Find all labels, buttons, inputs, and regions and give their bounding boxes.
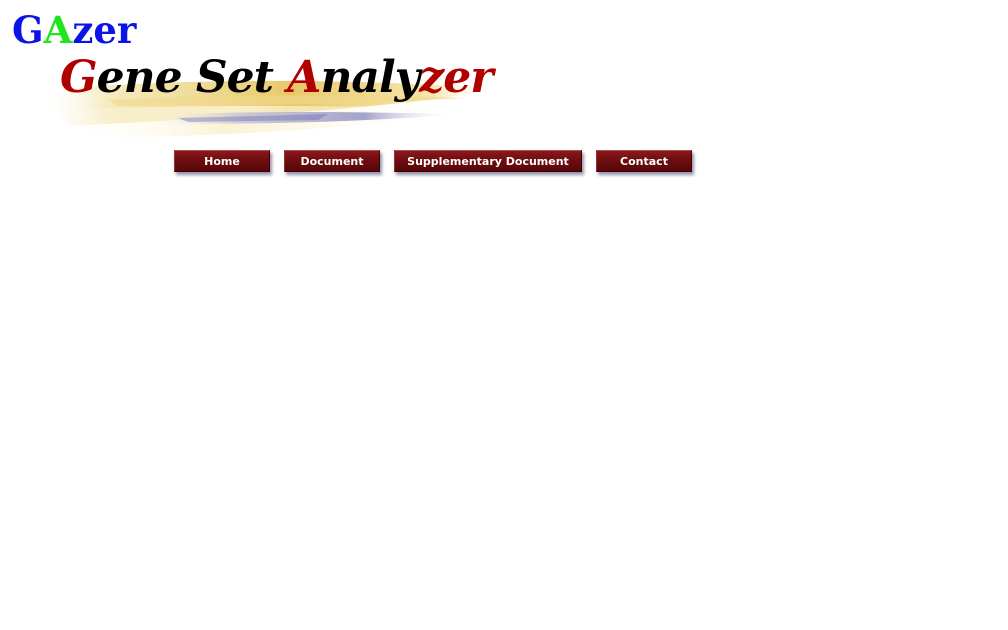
nav-document-button[interactable]: Document [284, 150, 380, 172]
banner-title-part: ene Set [96, 52, 288, 103]
gene-set-analyzer-banner: Gene Set Analyzer [28, 48, 528, 142]
main-nav: Home Document Supplementary Document Con… [0, 150, 1008, 176]
banner-title-part: naly [320, 52, 420, 103]
banner-title: Gene Set Analyzer [60, 50, 493, 106]
banner-title-part: zer [419, 52, 493, 103]
nav-supplementary-label: Supplementary Document [407, 155, 569, 168]
gazer-logo: GAzer [12, 8, 136, 52]
nav-document-label: Document [300, 155, 364, 168]
banner-title-part: G [60, 52, 98, 103]
nav-contact-label: Contact [620, 155, 668, 168]
nav-home-button[interactable]: Home [174, 150, 270, 172]
logo-letters-zer: zer [72, 8, 137, 52]
banner-title-part: A [287, 52, 321, 103]
logo-letter-a: A [43, 8, 73, 52]
nav-home-label: Home [204, 155, 240, 168]
nav-supplementary-document-button[interactable]: Supplementary Document [394, 150, 582, 172]
logo-letter-g: G [12, 8, 44, 52]
nav-contact-button[interactable]: Contact [596, 150, 692, 172]
